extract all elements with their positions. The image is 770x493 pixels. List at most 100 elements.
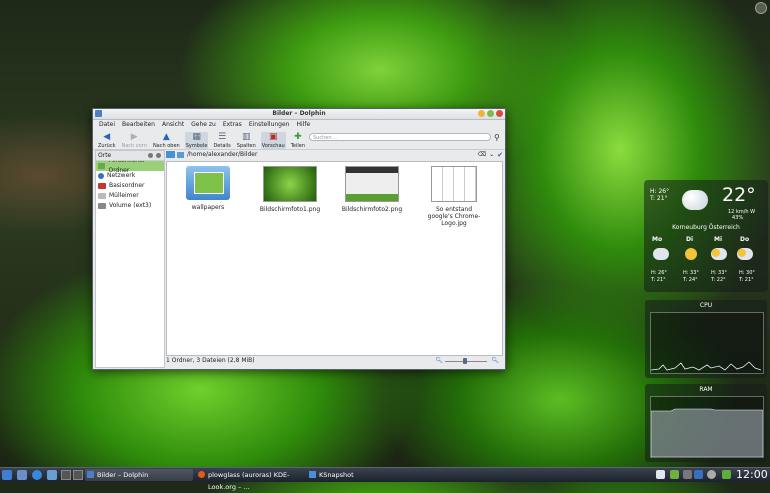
arrow-up-icon: ▲ xyxy=(162,132,170,142)
cpu-label: CPU xyxy=(699,302,713,309)
places-panel: Orte Persönlicher Ordner Netzwerk Basiso… xyxy=(95,150,165,368)
image-thumbnail xyxy=(345,166,399,202)
search-input[interactable]: Suchen ... xyxy=(309,133,491,141)
file-item-wallpapers[interactable]: wallpapers xyxy=(177,166,239,211)
sidebar-item-label: Netzwerk xyxy=(107,172,136,179)
window-title: Bilder – Dolphin xyxy=(272,110,326,117)
location-toggle-icon[interactable] xyxy=(166,151,175,158)
zoom-out-icon[interactable]: 🔍︎ xyxy=(435,356,443,366)
forecast-low: T: 21° xyxy=(739,277,754,283)
dropdown-icon[interactable]: ⌄ xyxy=(489,151,494,158)
window-titlebar[interactable]: Bilder – Dolphin xyxy=(93,109,505,120)
partly-cloudy-icon xyxy=(711,248,727,260)
share-icon: ✚ xyxy=(294,132,302,142)
preview-button[interactable]: ▣ Vorschau xyxy=(260,132,286,149)
menu-gehe-zu[interactable]: Gehe zu xyxy=(191,121,216,128)
dolphin-window: Bilder – Dolphin Datei Bearbeiten Ansich… xyxy=(92,108,506,370)
location-bar[interactable]: /home/alexander/Bilder ⌫ ⌄ ✔ xyxy=(166,150,503,159)
humidity: 43% xyxy=(732,215,744,221)
clock[interactable]: 12:00 xyxy=(736,468,768,482)
desktop-pager-icon[interactable] xyxy=(73,470,83,480)
cpu-monitor-widget: CPU xyxy=(645,300,767,378)
forecast-day: Mi xyxy=(714,236,723,243)
weather-high-low: H: 26° T: 21° xyxy=(650,188,670,202)
share-button[interactable]: ✚ Teilen xyxy=(290,132,306,149)
show-desktop-icon[interactable] xyxy=(17,470,27,480)
task-dolphin[interactable]: Bilder – Dolphin xyxy=(85,469,193,481)
network-icon[interactable] xyxy=(683,470,692,479)
back-button[interactable]: ◀ Zurück xyxy=(97,132,116,149)
sidebar-item-trash[interactable]: Mülleimer xyxy=(96,191,164,201)
menu-extras[interactable]: Extras xyxy=(223,121,242,128)
ksnapshot-task-icon xyxy=(309,471,316,478)
cloud-rain-icon xyxy=(653,248,669,260)
go-icon[interactable]: ✔ xyxy=(497,151,503,159)
dolphin-task-icon xyxy=(87,471,94,478)
menubar: Datei Bearbeiten Ansicht Gehe zu Extras … xyxy=(93,120,505,129)
file-view[interactable]: wallpapers Bildschirmfoto1.png Bildschir… xyxy=(166,161,503,356)
weather-location: Korneuburg Österreich xyxy=(672,224,740,231)
desktop-toolbox-icon[interactable] xyxy=(755,2,767,14)
forecast-low: T: 21° xyxy=(651,277,666,283)
menu-datei[interactable]: Datei xyxy=(99,121,115,128)
status-bar: 1 Ordner, 3 Dateien (2,8 MiB) 🔍︎ 🔍︎ xyxy=(166,356,501,366)
up-button[interactable]: ▲ Nach oben xyxy=(152,132,181,149)
binoculars-icon[interactable]: ⚲ xyxy=(494,133,500,142)
sidebar-item-label: Mülleimer xyxy=(109,192,139,199)
file-item-chrome-logo[interactable]: So entstand google's Chrome-Logo.jpg xyxy=(423,166,485,227)
sidebar-item-home[interactable]: Persönlicher Ordner xyxy=(96,157,164,174)
file-name: wallpapers xyxy=(191,204,225,211)
ram-monitor-widget: RAM xyxy=(645,384,767,462)
up-label: Nach oben xyxy=(152,143,180,149)
trash-icon xyxy=(98,193,106,199)
clear-location-icon[interactable]: ⌫ xyxy=(478,151,486,158)
icon-grid-icon: ▦ xyxy=(192,132,201,142)
sidebar-item-volume[interactable]: Volume (ext3) xyxy=(96,201,164,211)
kde-menu-icon[interactable] xyxy=(2,470,12,480)
close-button[interactable] xyxy=(496,110,503,117)
file-name: Bildschirmfoto1.png xyxy=(259,206,321,213)
file-manager-launcher-icon[interactable] xyxy=(47,470,57,480)
forecast-low: T: 22° xyxy=(711,277,726,283)
info-icon[interactable] xyxy=(707,470,716,479)
folder-icon xyxy=(177,151,184,158)
file-item-bildschirmfoto2[interactable]: Bildschirmfoto2.png xyxy=(341,166,403,213)
zoom-in-icon[interactable]: 🔍︎ xyxy=(491,356,499,366)
klipper-icon[interactable] xyxy=(656,470,665,479)
preview-label: Vorschau xyxy=(261,143,285,149)
places-header: Orte xyxy=(96,151,164,161)
zoom-slider-handle[interactable] xyxy=(463,358,467,364)
minimize-button[interactable] xyxy=(478,110,485,117)
menu-ansicht[interactable]: Ansicht xyxy=(162,121,184,128)
task-browser[interactable]: plowglass (auroras) KDE-Look.org – ... xyxy=(196,469,304,491)
icons-view-button[interactable]: ▦ Symbole xyxy=(184,132,209,149)
menu-einstellungen[interactable]: Einstellungen xyxy=(249,121,290,128)
location-path[interactable]: /home/alexander/Bilder xyxy=(187,151,257,158)
task-ksnapshot[interactable]: KSnapshot xyxy=(307,469,415,481)
forward-button[interactable]: ▶ Nach vorn xyxy=(120,132,147,149)
sun-icon xyxy=(685,248,697,260)
image-thumbnail xyxy=(263,166,317,202)
printer-icon[interactable] xyxy=(694,470,703,479)
image-thumbnail xyxy=(431,166,477,202)
device-notifier-icon[interactable] xyxy=(670,470,679,479)
forecast-day: Di xyxy=(686,236,694,243)
browser-launcher-icon[interactable] xyxy=(32,470,42,480)
details-view-button[interactable]: ☰ Details xyxy=(212,132,231,149)
menu-bearbeiten[interactable]: Bearbeiten xyxy=(122,121,155,128)
forecast-high: H: 33° xyxy=(683,270,699,276)
sidebar-item-root[interactable]: Basisordner xyxy=(96,181,164,191)
panel-float-icon[interactable] xyxy=(148,153,153,158)
forward-label: Nach vorn xyxy=(121,143,147,149)
file-item-bildschirmfoto1[interactable]: Bildschirmfoto1.png xyxy=(259,166,321,213)
menu-hilfe[interactable]: Hilfe xyxy=(297,121,311,128)
desktop-pager-icon[interactable] xyxy=(61,470,71,480)
arrow-right-icon: ▶ xyxy=(130,132,138,142)
task-label: Bilder – Dolphin xyxy=(97,471,149,479)
columns-view-button[interactable]: ▥ Spalten xyxy=(236,132,257,149)
panel-close-icon[interactable] xyxy=(156,153,161,158)
battery-icon[interactable] xyxy=(722,470,731,479)
folder-preview-image xyxy=(194,172,224,194)
maximize-button[interactable] xyxy=(487,110,494,117)
sidebar-item-label: Volume (ext3) xyxy=(109,202,152,209)
